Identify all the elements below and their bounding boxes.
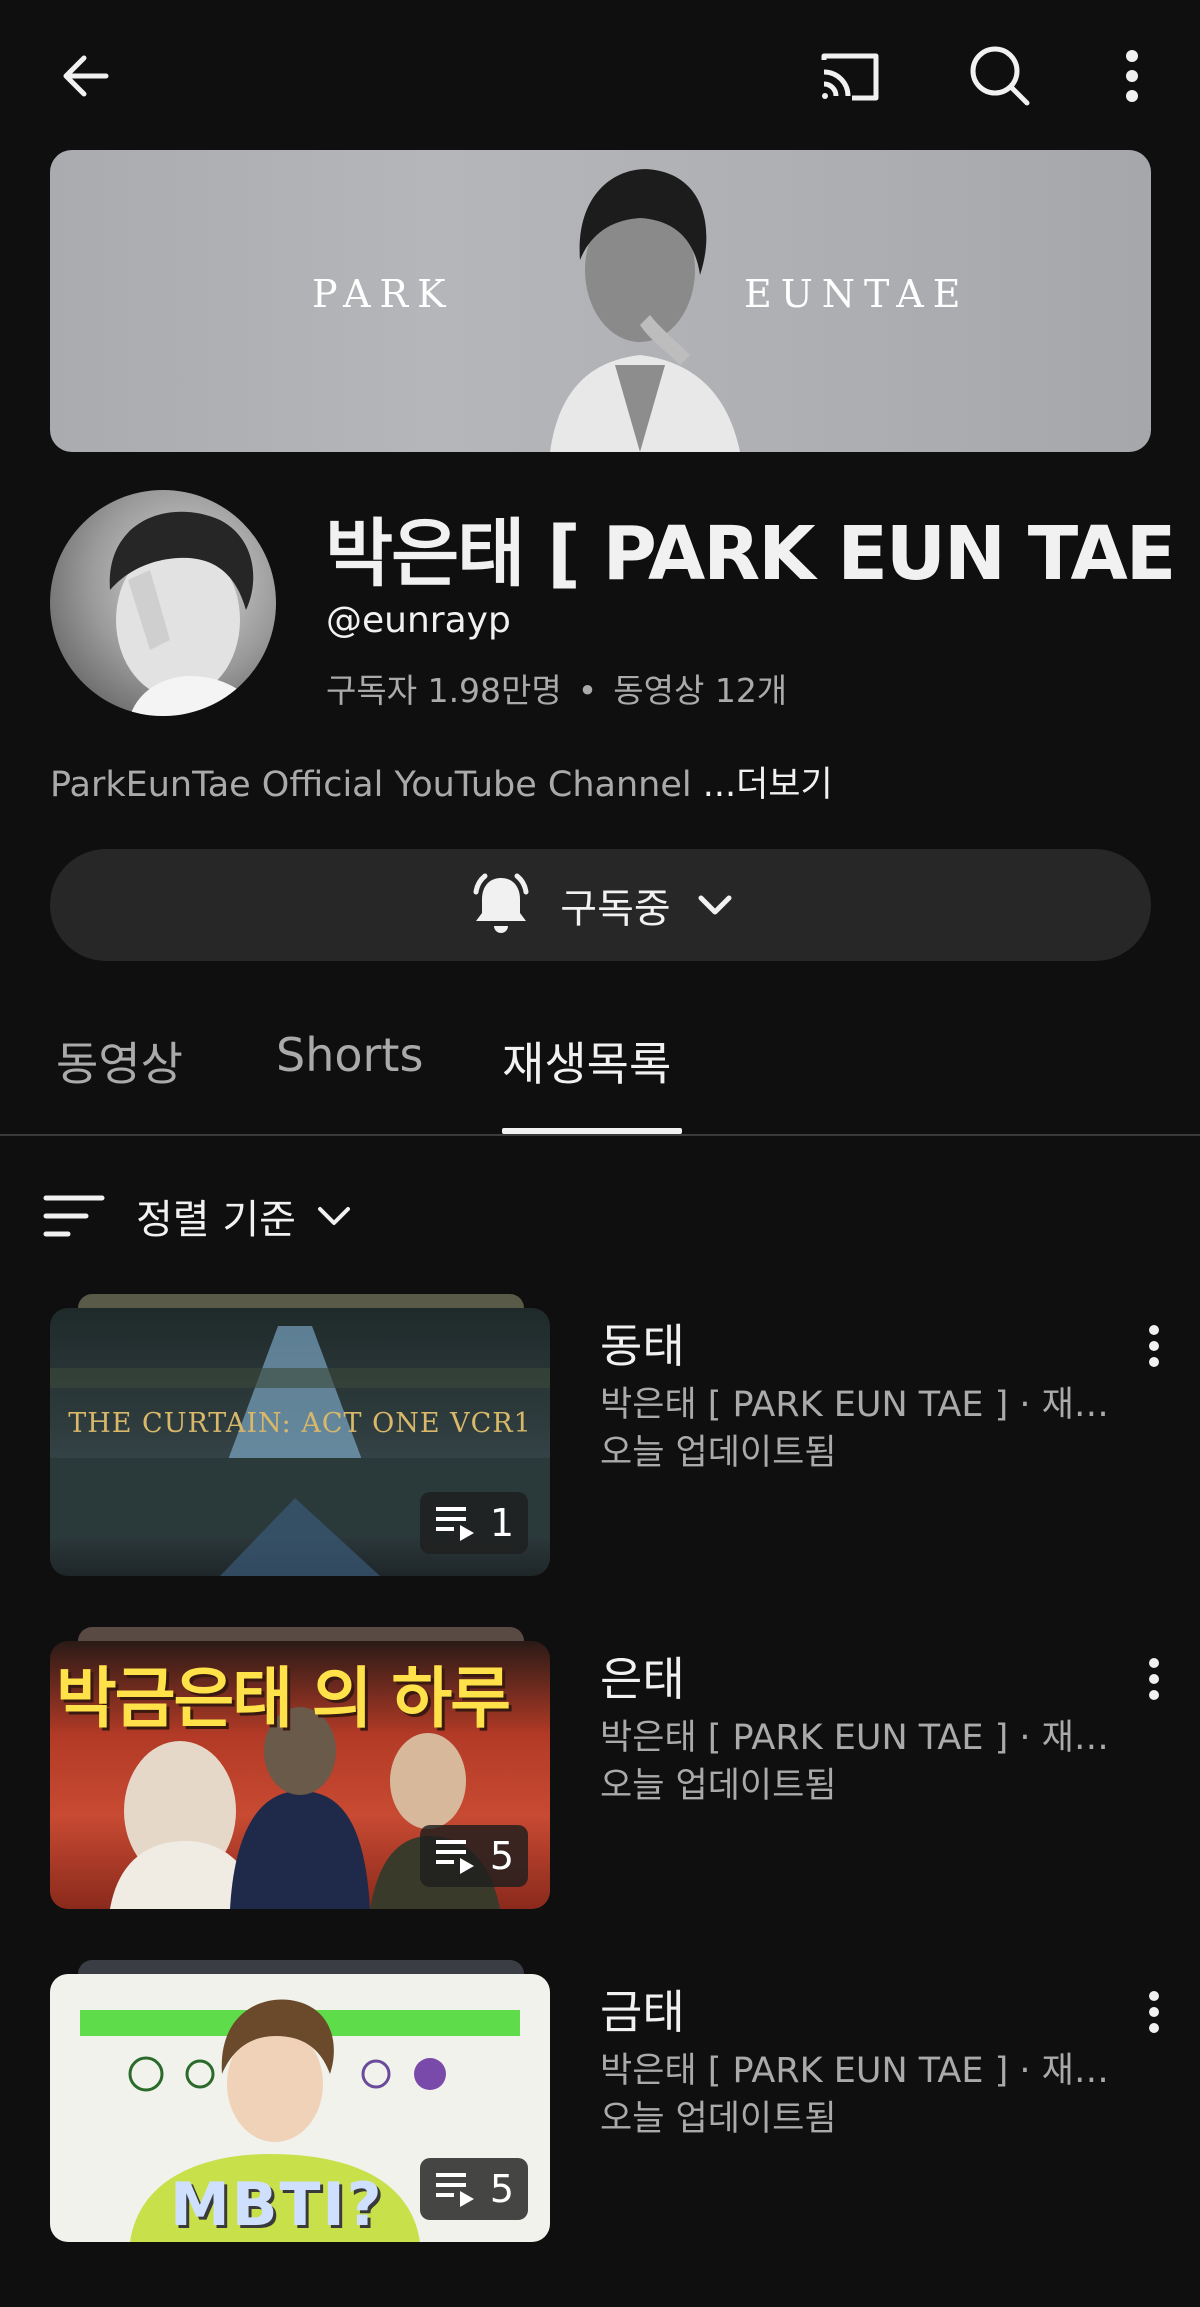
playlist-play-icon: [435, 1507, 474, 1541]
chevron-down-icon: [317, 1207, 350, 1225]
playlist-play-icon: [435, 2173, 474, 2207]
tab-videos[interactable]: 동영상: [56, 1028, 183, 1094]
avatar-portrait: [109, 511, 260, 716]
subscribed-button[interactable]: 구독중: [50, 849, 1151, 961]
channel-description[interactable]: ParkEunTae Official YouTube Channel ...더…: [50, 756, 833, 807]
playlist-title[interactable]: 금태: [600, 1976, 685, 2042]
separator-dot: •: [577, 671, 598, 710]
playlist-updated: 오늘 업데이트됨: [600, 2099, 837, 2139]
subscribed-label: 구독중: [560, 886, 671, 932]
more-vert-icon[interactable]: [1134, 1649, 1174, 1709]
playlist-subtitle: 박은태 [ PARK EUN TAE ] · 재…: [600, 1385, 1109, 1425]
sort-button[interactable]: 정렬 기준: [42, 1188, 354, 1244]
description-text: ParkEunTae Official YouTube Channel: [50, 765, 703, 805]
playlist-thumbnail[interactable]: THE CURTAIN: ACT ONE VCR1 1: [50, 1308, 550, 1576]
more-link[interactable]: ...더보기: [703, 765, 833, 805]
more-vert-icon[interactable]: [1094, 38, 1170, 114]
channel-title: 박은태 [ PARK EUN TAE ]: [325, 511, 1200, 597]
banner-text-right: EUNTAE: [744, 272, 970, 316]
tab-playlists[interactable]: 재생목록: [502, 1028, 671, 1094]
top-app-bar: [0, 0, 1200, 150]
playlist-subtitle: 박은태 [ PARK EUN TAE ] · 재…: [600, 1718, 1109, 1758]
banner-text-left: PARK: [312, 272, 455, 316]
back-arrow-icon[interactable]: [48, 38, 124, 114]
video-count-badge: 5: [419, 1825, 528, 1887]
tab-selected-indicator: [502, 1128, 682, 1134]
channel-stats: 구독자 1.98만명 • 동영상 12개: [326, 664, 787, 712]
channel-avatar[interactable]: [50, 490, 276, 716]
more-vert-icon[interactable]: [1134, 1982, 1174, 2042]
video-count: 동영상 12개: [613, 671, 788, 710]
tab-shorts[interactable]: Shorts: [276, 1028, 423, 1082]
playlist-play-icon: [435, 1840, 474, 1874]
playlist-title[interactable]: 동태: [600, 1310, 685, 1376]
cast-icon[interactable]: [812, 38, 888, 114]
channel-handle: @eunrayp: [326, 600, 511, 641]
video-count-number: 5: [489, 1834, 514, 1878]
more-vert-icon[interactable]: [1134, 1316, 1174, 1376]
chevron-down-icon: [698, 895, 732, 915]
video-count-badge: 5: [419, 2158, 528, 2220]
sort-icon: [43, 1195, 105, 1237]
playlist-item[interactable]: MBTI? 5 금태 박은태 [ PARK EUN TAE ] · 재… 오늘 …: [0, 1960, 1200, 2250]
video-count-number: 5: [489, 2167, 514, 2211]
playlist-item[interactable]: 박금은태 의 하루 5 은태 박은태 [ PARK EUN TAE ] · 재……: [0, 1627, 1200, 1917]
search-icon[interactable]: [962, 38, 1038, 114]
playlist-thumbnail[interactable]: 박금은태 의 하루 5: [50, 1641, 550, 1909]
video-count-badge: 1: [419, 1492, 528, 1554]
channel-tabs: 동영상 Shorts 재생목록: [0, 1000, 1200, 1136]
channel-banner: PARK EUNTAE: [50, 150, 1151, 452]
video-count-number: 1: [489, 1501, 514, 1545]
thumbnail-text: MBTI?: [170, 2170, 384, 2240]
channel-page: PARK EUNTAE 박은태 [ PARK EUN TAE ] @eunray…: [0, 0, 1200, 2307]
thumbnail-text: 박금은태 의 하루: [56, 1660, 511, 1737]
playlist-item[interactable]: THE CURTAIN: ACT ONE VCR1 1 동태 박은태 [ PAR…: [0, 1294, 1200, 1584]
subscriber-count: 구독자 1.98만명: [326, 671, 562, 710]
playlist-subtitle: 박은태 [ PARK EUN TAE ] · 재…: [600, 2051, 1109, 2091]
playlist-title[interactable]: 은태: [600, 1643, 685, 1709]
thumbnail-text: THE CURTAIN: ACT ONE VCR1: [68, 1408, 532, 1439]
playlist-updated: 오늘 업데이트됨: [600, 1433, 837, 1473]
playlist-thumbnail[interactable]: MBTI? 5: [50, 1974, 550, 2242]
bell-ring-icon: [473, 873, 529, 933]
playlist-updated: 오늘 업데이트됨: [600, 1766, 837, 1806]
sort-label: 정렬 기준: [136, 1197, 296, 1243]
